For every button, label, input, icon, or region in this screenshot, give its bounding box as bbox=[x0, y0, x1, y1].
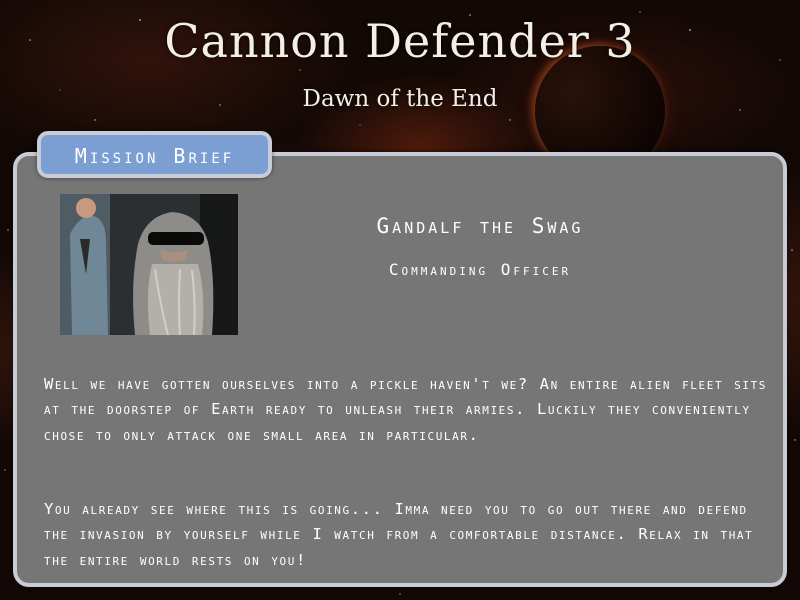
brief-paragraph: Well we have gotten ourselves into a pic… bbox=[44, 375, 768, 444]
officer-portrait-icon bbox=[60, 194, 238, 335]
officer-portrait bbox=[60, 194, 238, 335]
mission-brief-tab-label: Mission Brief bbox=[74, 144, 235, 168]
mission-brief-tab: Mission Brief bbox=[37, 131, 272, 178]
game-title: Cannon Defender 3 bbox=[164, 14, 636, 68]
brief-paragraph: You already see where this is going... I… bbox=[44, 500, 754, 569]
officer-name: Gandalf the Swag bbox=[376, 214, 584, 238]
game-subtitle: Dawn of the End bbox=[302, 86, 498, 112]
officer-rank: Commanding Officer bbox=[388, 260, 572, 279]
